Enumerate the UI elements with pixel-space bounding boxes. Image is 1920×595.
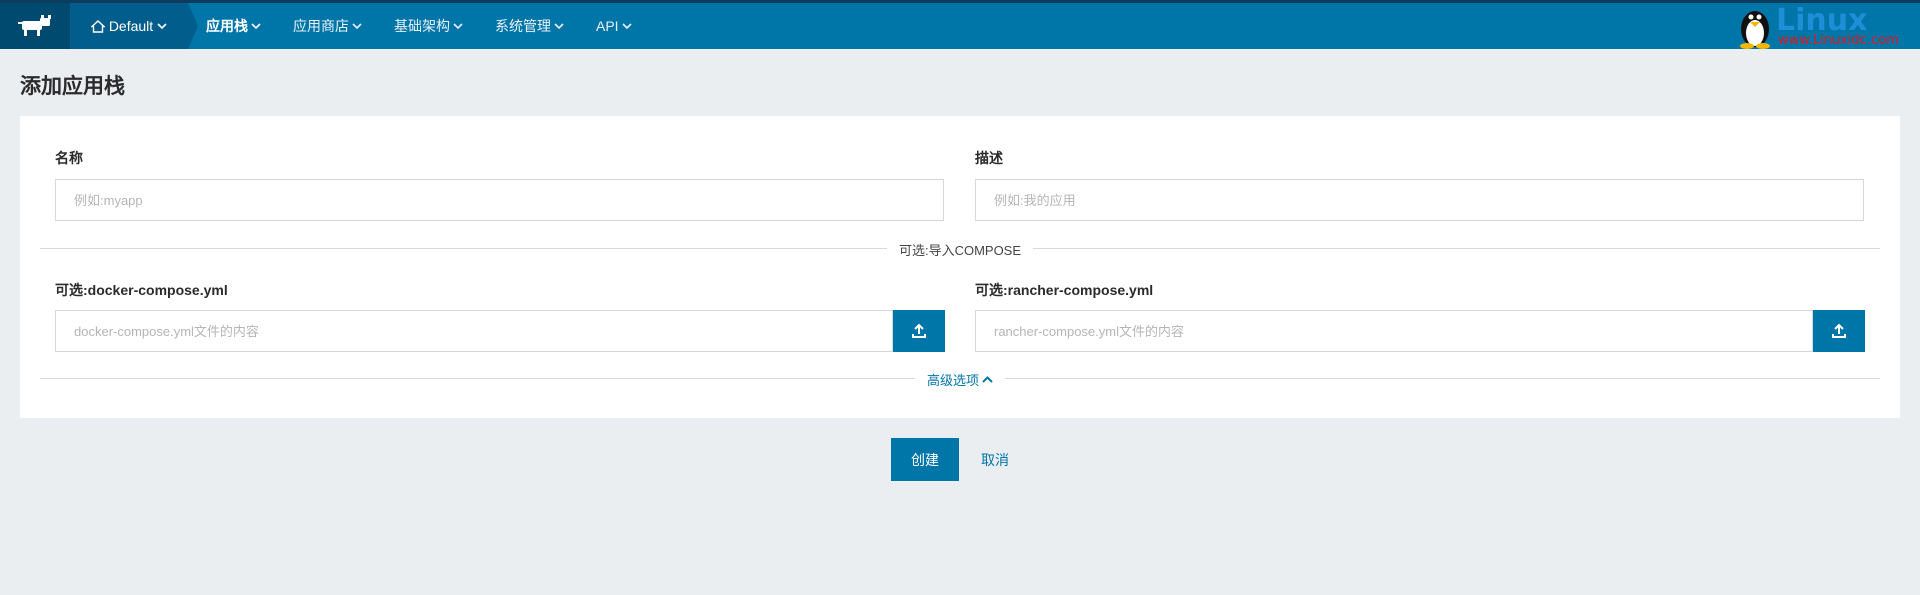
- nav-api[interactable]: API: [596, 18, 632, 34]
- description-input[interactable]: [975, 179, 1864, 221]
- page-title: 添加应用栈: [20, 75, 125, 98]
- chevron-down-icon: [453, 23, 463, 30]
- description-label: 描述: [975, 150, 1003, 166]
- nav-infrastructure-label: 基础架构: [394, 18, 450, 34]
- form-card: 名称 描述 可选:导入COMPOSE 可选:docker-compose.yml…: [20, 116, 1900, 418]
- nav-admin-label: 系统管理: [495, 18, 551, 34]
- penguin-icon: [1740, 11, 1770, 49]
- environment-selector[interactable]: Default: [70, 3, 198, 49]
- environment-name: Default: [108, 18, 154, 34]
- nav-stacks[interactable]: 应用栈: [206, 16, 261, 36]
- import-compose-heading: 可选:导入COMPOSE: [886, 240, 1034, 259]
- upload-icon: [1832, 323, 1846, 338]
- top-navbar: Default 应用栈 应用商店 基础架构 系统管理 API Linux www…: [0, 3, 1920, 49]
- main-nav: 应用栈 应用商店 基础架构 系统管理 API: [188, 3, 664, 49]
- rancher-logo[interactable]: [0, 3, 70, 49]
- chevron-down-icon: [352, 23, 362, 30]
- docker-compose-label: 可选:docker-compose.yml: [55, 282, 228, 298]
- rancher-compose-label: 可选:rancher-compose.yml: [975, 282, 1154, 298]
- advanced-options-toggle[interactable]: 高级选项: [914, 370, 1006, 389]
- name-input[interactable]: [55, 179, 944, 221]
- rancher-compose-input[interactable]: [975, 310, 1813, 352]
- rancher-compose-upload-button[interactable]: [1813, 310, 1865, 352]
- chevron-down-icon: [554, 23, 564, 30]
- cow-logo-icon: [18, 15, 51, 36]
- advanced-options-label: 高级选项: [926, 373, 980, 388]
- nav-catalog[interactable]: 应用商店: [293, 16, 362, 36]
- chevron-up-icon: [982, 375, 993, 383]
- chevron-down-icon: [157, 23, 167, 30]
- docker-compose-upload-button[interactable]: [893, 310, 945, 352]
- nav-stacks-label: 应用栈: [206, 18, 248, 34]
- chevron-down-icon: [622, 23, 632, 30]
- nav-catalog-label: 应用商店: [293, 18, 349, 34]
- site-watermark: Linux www.Linuxidc.com: [1736, 3, 1916, 49]
- nav-infrastructure[interactable]: 基础架构: [394, 16, 463, 36]
- watermark-url: www.Linuxidc.com: [1778, 33, 1899, 48]
- name-label: 名称: [55, 150, 83, 166]
- create-button[interactable]: 创建: [891, 438, 959, 481]
- cancel-link[interactable]: 取消: [981, 450, 1009, 470]
- nav-api-label: API: [596, 18, 619, 34]
- nav-admin[interactable]: 系统管理: [495, 16, 564, 36]
- chevron-down-icon: [251, 23, 261, 30]
- docker-compose-input[interactable]: [55, 310, 893, 352]
- home-icon: [90, 19, 105, 33]
- upload-icon: [912, 323, 926, 338]
